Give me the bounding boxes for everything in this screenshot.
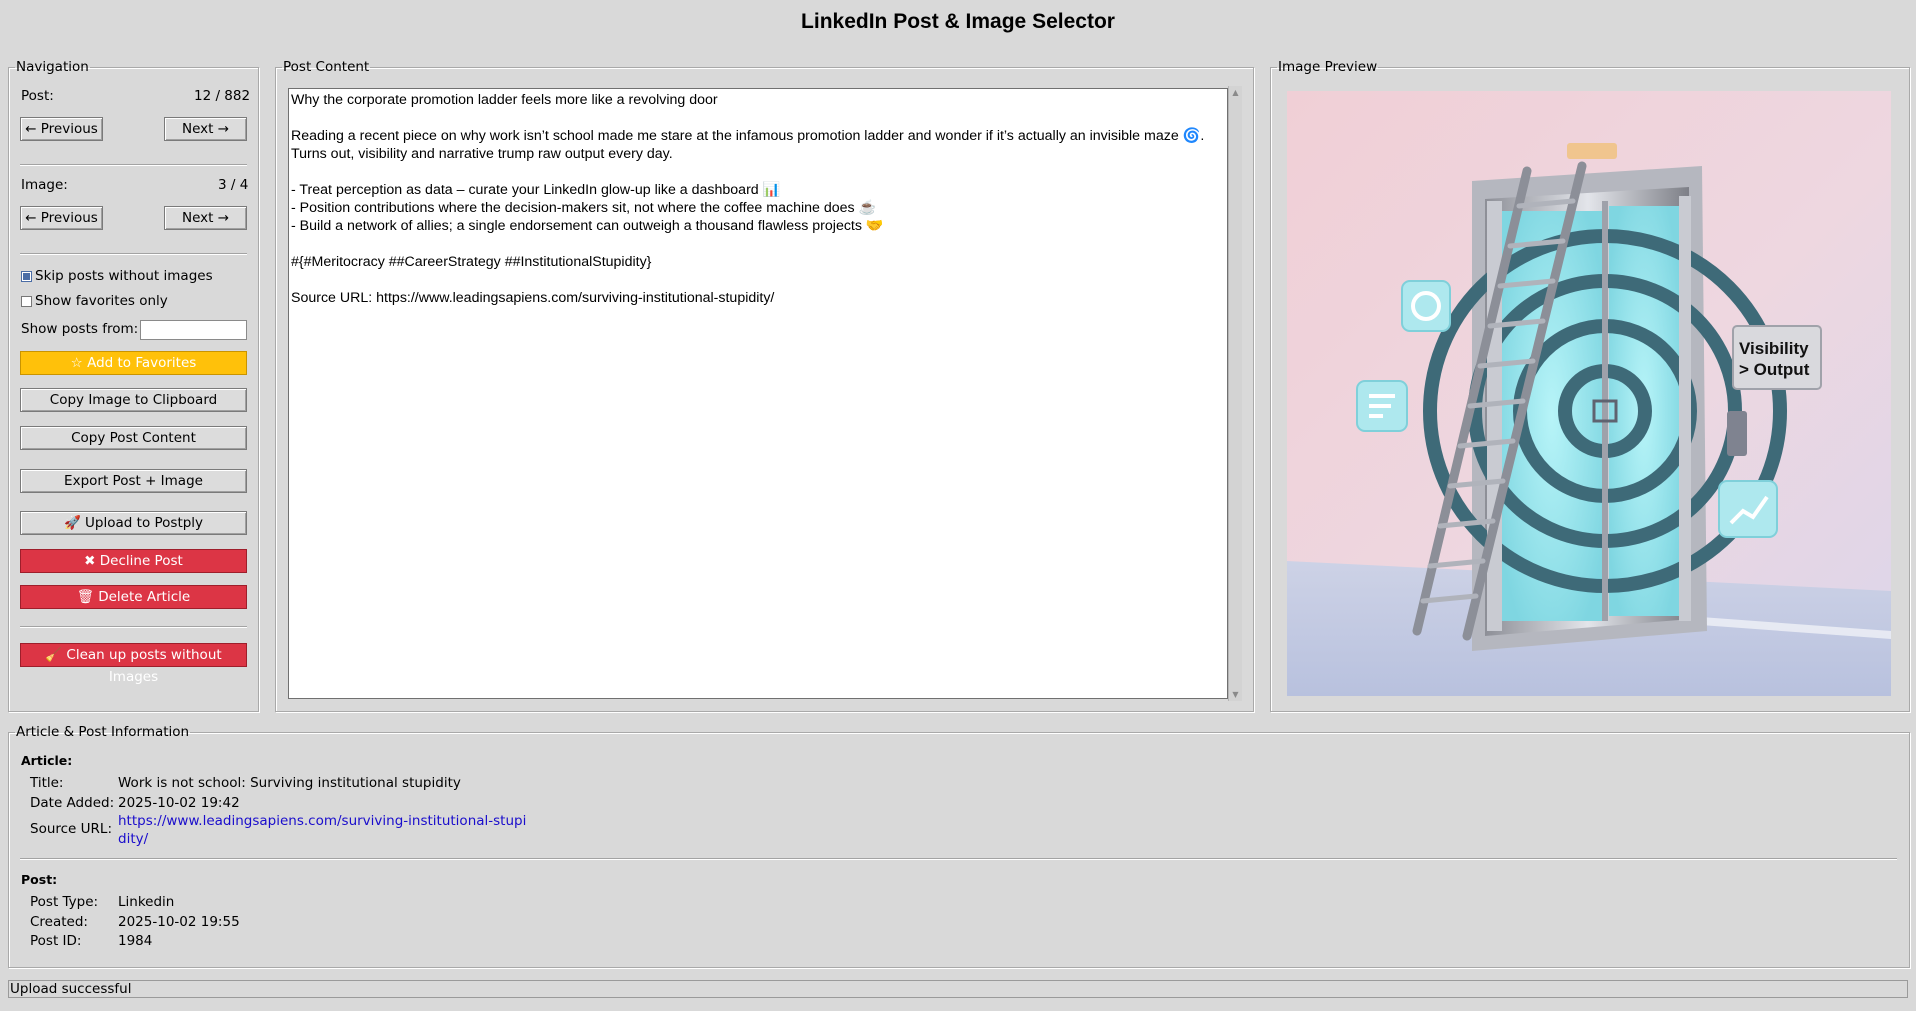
info-separator [20, 858, 1897, 860]
post-heading: Post: [21, 872, 58, 887]
post-content-line [291, 163, 1227, 181]
nav-separator-2 [20, 253, 247, 255]
navigation-panel: Navigation [8, 59, 259, 712]
post-counter: 12 / 882 [194, 88, 251, 104]
source-url-link-line2[interactable]: dity/ [118, 831, 148, 847]
app-title: LinkedIn Post & Image Selector [801, 10, 1115, 33]
nav-separator-3 [20, 626, 247, 628]
post-content-text[interactable]: Why the corporate promotion ladder feels… [288, 88, 1228, 699]
image-label: Image: [21, 177, 68, 193]
post-label: Post: [21, 88, 54, 104]
post-id-label: Post ID: [30, 933, 82, 949]
title-label: Title: [30, 775, 64, 791]
decline-post-button[interactable]: ✖ Decline Post [20, 549, 247, 573]
post-previous-button[interactable]: ← Previous [20, 117, 103, 141]
source-url-link-line1[interactable]: https://www.leadingsapiens.com/surviving… [118, 813, 526, 829]
created-label: Created: [30, 914, 88, 930]
post-content-line: - Build a network of allies; a single en… [291, 218, 884, 234]
post-id-value: 1984 [118, 933, 153, 949]
scroll-down-icon[interactable]: ▼ [1231, 690, 1240, 699]
scroll-up-icon[interactable]: ▲ [1231, 88, 1240, 97]
cleanup-button[interactable]: 🧹 Clean up posts without Images [20, 643, 247, 685]
source-url-label: Source URL: [30, 821, 112, 837]
info-legend: Article & Post Information [16, 724, 190, 740]
created-value: 2025-10-02 19:55 [118, 914, 240, 930]
post-content-legend: Post Content [283, 59, 370, 75]
post-type-value: Linkedin [118, 894, 175, 910]
copy-image-button[interactable]: Copy Image to Clipboard [20, 388, 247, 412]
skip-posts-checkbox[interactable] [21, 271, 32, 282]
show-from-label: Show posts from: [21, 321, 139, 337]
image-previous-button[interactable]: ← Previous [20, 206, 103, 230]
sign-text-line2: > Output [1739, 360, 1810, 379]
nav-separator-1 [20, 164, 247, 166]
post-content-line: Turns out, visibility and narrative trum… [291, 146, 673, 162]
skip-posts-label[interactable]: Skip posts without images [35, 268, 213, 284]
status-bar: Upload successful [8, 980, 1908, 998]
post-content-line: - Treat perception as data – curate your… [291, 182, 781, 198]
post-content-line: Why the corporate promotion ladder feels… [291, 92, 718, 108]
delete-article-button[interactable]: 🗑 Delete Article [20, 585, 247, 609]
post-content-line: Reading a recent piece on why work isn’t… [291, 128, 1205, 144]
info-panel: Article & Post Information [8, 724, 1910, 968]
post-type-label: Post Type: [30, 894, 99, 910]
post-content-line: Source URL: https://www.leadingsapiens.c… [291, 290, 775, 306]
image-next-button[interactable]: Next → [164, 206, 247, 230]
post-content-scrollbar[interactable]: ▲ ▼ [1228, 86, 1242, 701]
post-content-line [291, 235, 1227, 253]
navigation-legend: Navigation [16, 59, 89, 75]
image-counter: 3 / 4 [218, 177, 249, 193]
show-from-input[interactable] [140, 320, 247, 340]
title-value: Work is not school: Surviving institutio… [118, 775, 461, 791]
post-content-line [291, 271, 1227, 289]
post-content-line [291, 109, 1227, 127]
sign-text-line1: Visibility [1739, 339, 1809, 358]
copy-post-button[interactable]: Copy Post Content [20, 426, 247, 450]
date-added-value: 2025-10-02 19:42 [118, 795, 240, 811]
upload-postply-button[interactable]: 🚀 Upload to Postply [20, 511, 247, 535]
favorites-only-checkbox[interactable] [21, 296, 32, 307]
add-to-favorites-button[interactable]: ☆ Add to Favorites [20, 351, 247, 375]
post-next-button[interactable]: Next → [164, 117, 247, 141]
image-preview-legend: Image Preview [1278, 59, 1378, 75]
post-content-line: - Position contributions where the decis… [291, 200, 877, 216]
preview-image: Visibility > Output [1287, 91, 1891, 696]
article-heading: Article: [21, 753, 73, 768]
date-added-label: Date Added: [30, 795, 115, 811]
favorites-only-label[interactable]: Show favorites only [35, 293, 168, 309]
export-button[interactable]: Export Post + Image [20, 469, 247, 493]
post-content-line: #{#Meritocracy ##CareerStrategy ##Instit… [291, 254, 652, 270]
